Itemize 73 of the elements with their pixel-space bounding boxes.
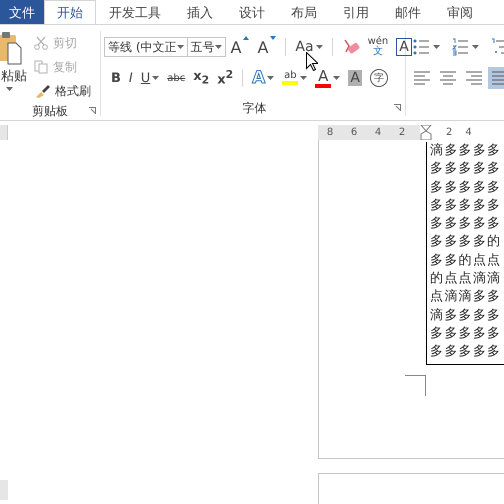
vertical-ruler [0,480,8,500]
ruler-number: 6 [350,127,358,138]
text-box[interactable]: 滴多多多多 多多多多多 多多多多多 多多多多多 多多多多多 多多多多的 多多的点点 的点点滴滴 点滴滴多多 滴多多多多 多多多多多 多多多多多 [426,142,504,365]
caret-icon [176,45,184,49]
text-line: 点滴滴多多 [430,288,502,306]
group-label: 剪贴板 [32,102,68,120]
dialog-launcher-icon[interactable] [89,107,96,114]
up-triangle-icon [243,36,250,40]
mouse-pointer-icon [306,52,318,71]
down-triangle-icon [270,36,276,40]
font-name-dropdown[interactable]: 等线 (中文正 [104,37,188,57]
highlight-button[interactable]: ab [279,67,310,89]
text-line: 多多多多多 [430,178,502,197]
format-painter-button[interactable]: 格式刷 [34,79,91,103]
vertical-ruler [0,125,8,140]
ribbon-tab[interactable]: 插入 [174,0,226,24]
list-icon [413,38,431,56]
ribbon-tab[interactable]: 审阅 [434,0,486,24]
subscript-button[interactable]: x$_{2}$ [190,67,212,89]
italic-button[interactable]: I [126,67,136,89]
alignment-icon [439,69,457,87]
text-line: 多多多多多 [430,196,502,215]
ribbon-tab[interactable]: 开始 [44,0,96,24]
numbering-button[interactable] [449,36,482,58]
indent-marker-icon[interactable] [420,125,432,140]
ribbon-tab[interactable]: 布局 [278,0,330,24]
ruler-number: 4 [374,127,382,138]
text-line: 多多多多多 [430,215,502,234]
grow-font-button[interactable]: A [228,36,252,58]
ribbon-tab[interactable]: 开发工具 [96,0,174,24]
strikethrough-button[interactable]: abc [164,67,188,89]
phonetic-guide-button[interactable]: wén 文 [364,36,392,58]
font-color-button[interactable]: A [312,67,344,89]
ribbon-tab[interactable]: 引用 [330,0,382,24]
text-line: 的点点滴滴 [430,270,502,288]
clipboard-icon [0,31,22,65]
shrink-font-button[interactable]: A [254,36,280,58]
list-icon [491,38,504,56]
superscript-button[interactable]: x$^{2}$ [214,67,236,89]
text-line: 多多多多多 [430,160,502,178]
underline-button[interactable]: U [138,67,162,89]
text-line: 多多多多的 [430,233,502,252]
ruler-number: 2 [398,127,406,138]
corner-mark-icon [405,374,426,396]
text-line: 多多多多多 [430,343,502,362]
caret-icon [6,87,13,91]
alignment-icon [465,69,483,87]
font-size-dropdown[interactable]: 五号 [186,37,226,57]
alignment-icon [413,69,431,87]
ruler-number: 4 [465,127,472,138]
eraser-icon [342,38,360,56]
text-effects-button[interactable]: A [249,67,278,89]
alignment-icon [491,69,504,87]
dialog-launcher-icon[interactable] [394,104,401,111]
copy-icon [34,60,48,74]
text-line: 滴多多多多 [430,142,502,160]
caret-icon [214,45,222,49]
text-line: 多多的点点 [430,252,502,270]
ribbon-tab[interactable]: 设计 [226,0,278,24]
group-label: 字体 [242,100,266,116]
character-border-button[interactable]: A [393,36,415,58]
ruler-number: 2 [446,127,452,138]
scissors-icon [34,36,48,50]
bold-button[interactable]: B [108,67,124,89]
change-case-button[interactable]: Aa [292,36,326,58]
ribbon-tab[interactable]: 邮件 [382,0,434,24]
list-icon [452,38,470,56]
paste-button[interactable]: 粘贴 [0,31,30,103]
text-line: 滴多多多多 [430,306,502,325]
text-line: 多多多多多 [430,324,502,343]
ribbon-tab[interactable]: 文件 [0,0,44,24]
ruler-number: 8 [326,127,334,138]
brush-icon [34,84,50,98]
